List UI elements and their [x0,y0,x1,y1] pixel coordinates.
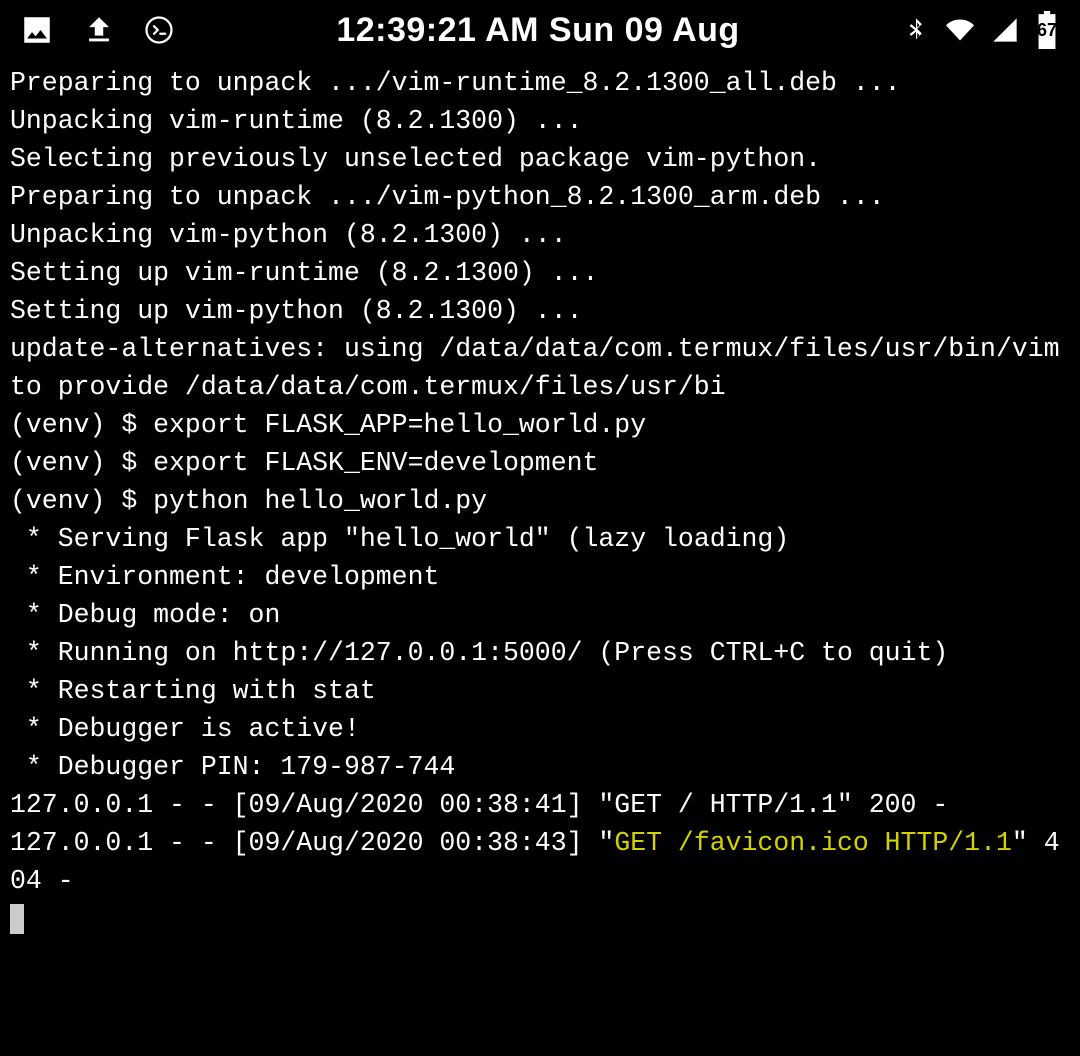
terminal-text: * Restarting with stat [10,676,376,706]
terminal-text: * Debugger PIN: 179-987-744 [10,752,455,782]
terminal-text: GET /favicon.ico HTTP/1.1 [614,828,1012,858]
clock-label: 12:39:21 AM Sun 09 Aug [336,11,739,50]
terminal-text: Preparing to unpack .../vim-python_8.2.1… [10,182,885,212]
status-bar-right: 67 [902,11,1060,49]
cellular-signal-icon [990,16,1020,44]
terminal-text: * Environment: development [10,562,439,592]
terminal-text: * Debug mode: on [10,600,280,630]
bluetooth-icon [902,16,930,44]
image-icon [20,13,54,47]
status-bar-left [20,11,174,49]
terminal-text: * Running on http://127.0.0.1:5000/ (Pre… [10,638,948,668]
battery-icon: 67 [1034,11,1060,49]
terminal-text: 127.0.0.1 - - [09/Aug/2020 00:38:41] "GE… [10,790,948,820]
terminal-text: Preparing to unpack .../vim-runtime_8.2.… [10,68,901,98]
terminal-text: 127.0.0.1 - - [09/Aug/2020 00:38:43] " [10,828,614,858]
terminal-text: Unpacking vim-runtime (8.2.1300) ... [10,106,583,136]
terminal-text: Setting up vim-runtime (8.2.1300) ... [10,258,598,288]
terminal-text: * Serving Flask app "hello_world" (lazy … [10,524,789,554]
terminal-text: (venv) $ export FLASK_APP=hello_world.py [10,410,646,440]
status-bar: 12:39:21 AM Sun 09 Aug 67 [0,0,1080,60]
wifi-icon [944,16,976,44]
terminal-text: * Debugger is active! [10,714,360,744]
terminal-text: (venv) $ export FLASK_ENV=development [10,448,598,478]
terminal-output[interactable]: Preparing to unpack .../vim-runtime_8.2.… [0,60,1080,942]
terminal-circle-icon [144,15,174,45]
terminal-text: update-alternatives: using /data/data/co… [10,334,1075,402]
terminal-text: (venv) $ python hello_world.py [10,486,487,516]
terminal-text: Setting up vim-python (8.2.1300) ... [10,296,583,326]
upload-icon [82,11,116,49]
terminal-cursor [10,904,24,934]
terminal-text: Selecting previously unselected package … [10,144,821,174]
terminal-text: Unpacking vim-python (8.2.1300) ... [10,220,567,250]
battery-percent-label: 67 [1034,20,1060,41]
